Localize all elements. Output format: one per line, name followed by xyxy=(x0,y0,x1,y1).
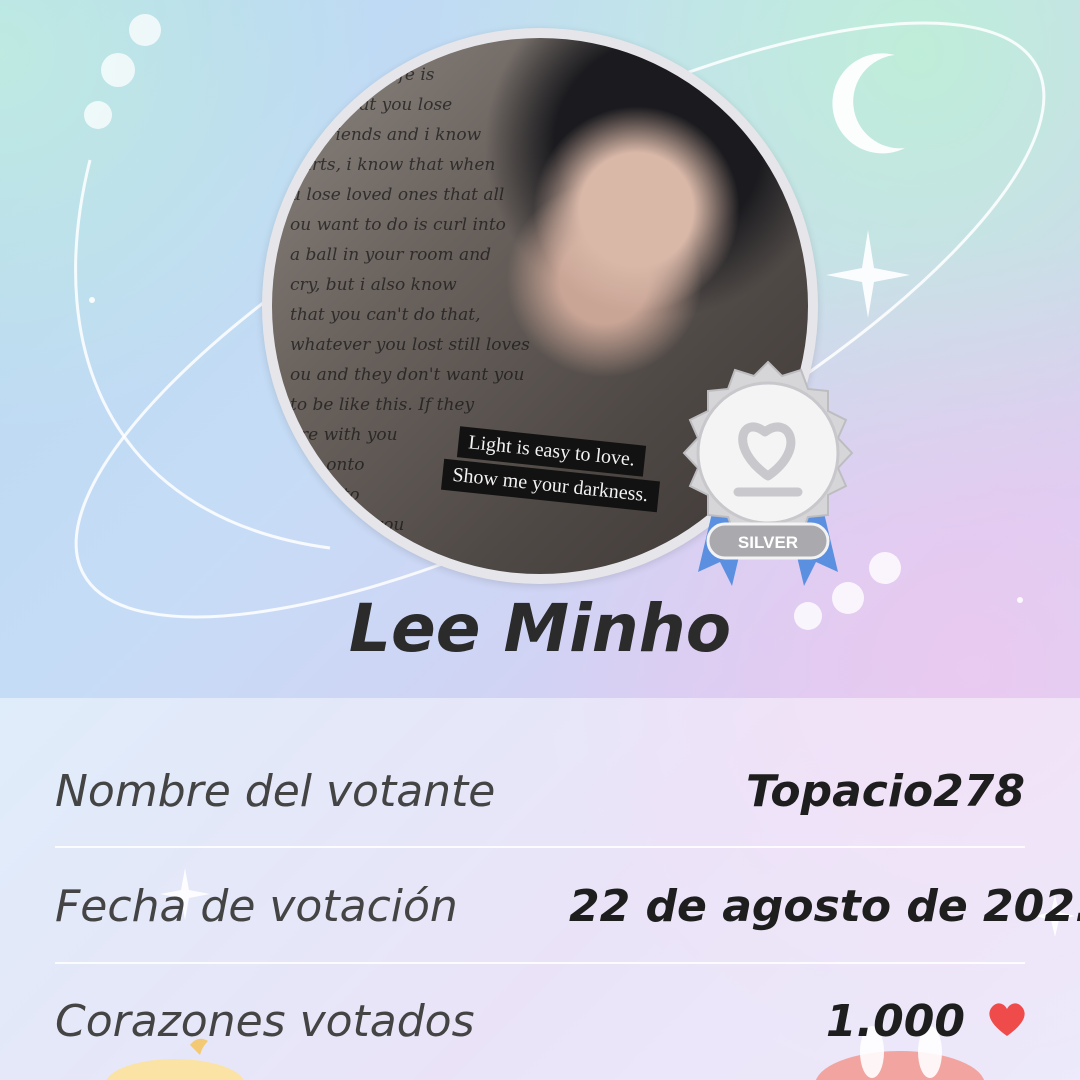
lyrics-line: u lose loved ones that all xyxy=(290,185,505,205)
lyrics-line: they love you xyxy=(290,515,405,535)
hearts-value: 1.000 xyxy=(825,996,965,1047)
hearts-row: Corazones votados 1.000 xyxy=(55,980,1025,1060)
lyrics-line: whatever you lost still loves xyxy=(290,335,530,355)
lyrics-line: to be like this. If they xyxy=(290,395,475,415)
voter-label: Nombre del votante xyxy=(55,766,496,817)
lyrics-line: cry, but i also know xyxy=(290,275,457,295)
vote-date-value: 22 de agosto de 202... xyxy=(569,881,1080,932)
silver-medal-icon: SILVER xyxy=(682,360,854,586)
divider xyxy=(55,846,1025,848)
lyrics-line: ou and they don't want you xyxy=(290,365,525,385)
lyrics-line: that you can't do that, xyxy=(290,305,481,325)
heart-icon xyxy=(989,1003,1025,1036)
divider xyxy=(55,962,1025,964)
vote-date-row: Fecha de votación 22 de agosto de 202... xyxy=(55,865,1080,945)
vote-date-label: Fecha de votación xyxy=(55,881,458,932)
badge-label: SILVER xyxy=(738,533,798,552)
lyrics-line: know that you lose xyxy=(290,95,453,115)
lyrics-line: a ball in your room and xyxy=(290,245,492,265)
voter-value: Topacio278 xyxy=(746,766,1025,817)
lyrics-line: sometimes life is xyxy=(290,65,435,85)
voter-row: Nombre del votante Topacio278 xyxy=(55,750,1025,830)
photo-lyrics-text: sometimes life is know that you lose est f… xyxy=(290,60,590,540)
hearts-label: Corazones votados xyxy=(55,996,475,1047)
lyrics-line: ou want to do is curl into xyxy=(290,215,506,235)
lyrics-line: hurts, i know that when xyxy=(290,155,496,175)
celebrity-name: Lee Minho xyxy=(348,590,732,667)
lyrics-line: est friends and i know xyxy=(290,125,482,145)
